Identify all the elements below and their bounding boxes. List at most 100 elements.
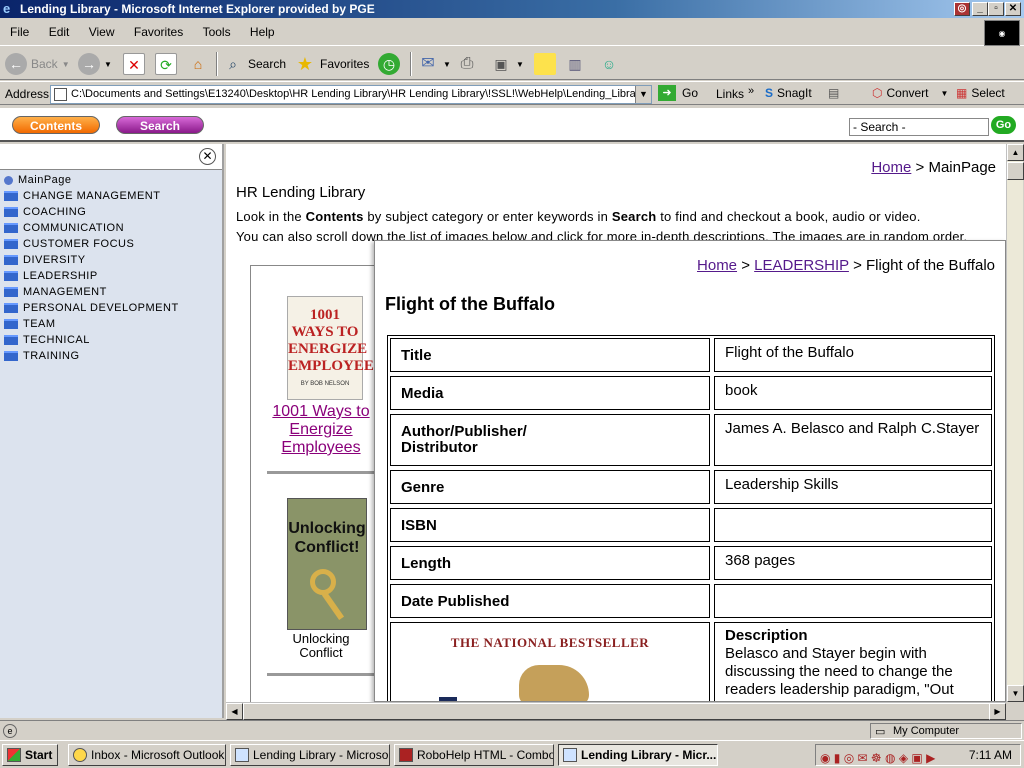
taskbar-item-lending-library-1[interactable]: Lending Library - Microso... <box>230 744 390 766</box>
book-cover-unlocking-conflict[interactable]: Unlocking Conflict! <box>287 498 367 630</box>
contents-pane-header: ✕ <box>0 144 222 170</box>
table-row: Media book <box>388 374 994 412</box>
window-title-bar: e Lending Library - Microsoft Internet E… <box>0 0 1024 18</box>
tree-item-coaching[interactable]: COACHING <box>4 204 179 220</box>
home-button[interactable]: ⌂ <box>187 51 209 77</box>
snagit-capture-icon[interactable]: ▤ <box>828 86 839 100</box>
edit-button[interactable]: ▣ ▼ <box>490 51 524 77</box>
convert-button[interactable]: ⬡ Convert ▼ <box>872 86 948 100</box>
taskbar-item-lending-library-active[interactable]: Lending Library - Micr... <box>558 744 718 766</box>
refresh-button[interactable]: ⟳ <box>155 51 177 77</box>
history-icon: ◷ <box>378 53 400 75</box>
table-row: ISBN <box>388 506 994 544</box>
forward-button[interactable]: → ▼ <box>78 51 112 77</box>
tree-item-mainpage[interactable]: MainPage <box>4 172 179 188</box>
snagit-button[interactable]: S SnagIt <box>765 86 812 100</box>
help-search-input[interactable]: - Search - <box>849 118 989 136</box>
taskbar-item-outlook[interactable]: Inbox - Microsoft Outlook <box>68 744 226 766</box>
folder-icon <box>4 287 18 297</box>
favorites-button[interactable]: ★ Favorites <box>294 51 369 77</box>
mail-button[interactable]: ✉ ▼ <box>417 51 451 77</box>
scroll-left-icon[interactable]: ◀ <box>226 703 243 720</box>
buffalo-icon <box>519 665 589 701</box>
folder-icon <box>4 335 18 345</box>
note-icon <box>534 53 556 75</box>
popup-breadcrumb-current: Flight of the Buffalo <box>866 257 995 274</box>
help-search-go-button[interactable]: Go <box>991 116 1016 134</box>
windows-logo-icon <box>7 748 21 762</box>
tree-item-management[interactable]: MANAGEMENT <box>4 284 179 300</box>
breadcrumb-home-link[interactable]: Home <box>871 159 911 176</box>
popup-breadcrumb-leadership-link[interactable]: LEADERSHIP <box>754 257 849 274</box>
vertical-scrollbar[interactable]: ▲ ▼ <box>1006 144 1024 702</box>
notes-button[interactable] <box>534 51 556 77</box>
scroll-thumb[interactable] <box>1007 162 1024 180</box>
menu-edit[interactable]: Edit <box>41 18 78 46</box>
help-header: Contents Search - Search - Go <box>0 108 1024 142</box>
tree-item-customer-focus[interactable]: CUSTOMER FOCUS <box>4 236 179 252</box>
robohelp-icon <box>399 748 413 762</box>
back-button[interactable]: ← Back ▼ <box>5 51 70 77</box>
table-row: Title Flight of the Buffalo <box>388 336 994 374</box>
scroll-up-icon[interactable]: ▲ <box>1007 144 1024 161</box>
book-cover-1001-ways[interactable]: 1001 WAYS TO ENERGIZE EMPLOYEES BY BOB N… <box>287 296 382 400</box>
status-bar: e ▭ My Computer <box>0 720 1024 740</box>
search-tab-button[interactable]: Search <box>116 116 204 134</box>
book-cover-flight-of-buffalo[interactable]: THE NATIONAL BESTSELLER <box>390 622 710 701</box>
go-button[interactable]: ➜ Go <box>658 85 698 101</box>
window-title: Lending Library - Microsoft Internet Exp… <box>20 2 375 16</box>
table-row: Genre Leadership Skills <box>388 468 994 506</box>
minimize-button[interactable]: _ <box>972 2 988 16</box>
scroll-right-icon[interactable]: ▶ <box>989 703 1006 720</box>
menu-tools[interactable]: Tools <box>195 18 239 46</box>
tree-item-communication[interactable]: COMMUNICATION <box>4 220 179 236</box>
page-status-icon: e <box>3 724 17 738</box>
tree-item-personal-development[interactable]: PERSONAL DEVELOPMENT <box>4 300 179 316</box>
taskbar-item-robohelp[interactable]: RoboHelp HTML - Combo... <box>394 744 554 766</box>
close-pane-icon[interactable]: ✕ <box>199 148 216 165</box>
history-button[interactable]: ◷ <box>378 51 400 77</box>
horizontal-scrollbar[interactable]: ◀ ▶ <box>226 702 1006 720</box>
select-button[interactable]: ▦ Select <box>956 86 1005 100</box>
select-icon: ▦ <box>956 86 968 100</box>
close-window-button[interactable]: ✕ <box>1005 2 1021 16</box>
description-cell: Description Belasco and Stayer begin wit… <box>714 622 992 701</box>
links-label[interactable]: Links <box>716 87 744 101</box>
tree-item-leadership[interactable]: LEADERSHIP <box>4 268 179 284</box>
book-caption-unlocking-conflict[interactable]: Unlocking Conflict <box>271 632 371 660</box>
messenger-icon: ☺ <box>601 56 617 72</box>
book-link-1001-ways[interactable]: 1001 Ways to Energize Employees <box>261 403 381 457</box>
tray-icons[interactable]: ◉ ▮ ◎ ✉ ☸ ◍ ◈ ▣ ▶ <box>820 748 935 768</box>
menu-view[interactable]: View <box>81 18 123 46</box>
search-icon: ⌕ <box>229 56 237 72</box>
computer-icon: ▭ <box>875 726 886 738</box>
print-button[interactable]: ⎙ <box>456 51 478 77</box>
tree-item-diversity[interactable]: DIVERSITY <box>4 252 179 268</box>
scroll-thumb-horizontal[interactable] <box>243 703 991 720</box>
contents-tab-button[interactable]: Contents <box>12 116 100 134</box>
research-button[interactable]: ▥ <box>564 51 586 77</box>
tree-item-change-management[interactable]: CHANGE MANAGEMENT <box>4 188 179 204</box>
maximize-button[interactable]: ▫ <box>988 2 1004 16</box>
menu-favorites[interactable]: Favorites <box>126 18 191 46</box>
contents-tree: MainPage CHANGE MANAGEMENT COACHING COMM… <box>4 172 179 364</box>
menu-help[interactable]: Help <box>242 18 283 46</box>
chevron-icon[interactable]: » <box>748 85 754 97</box>
address-dropdown-icon[interactable]: ▼ <box>635 86 651 103</box>
search-button[interactable]: ⌕ Search <box>222 51 286 77</box>
stop-button[interactable]: ✕ <box>123 51 145 77</box>
messenger-button[interactable]: ☺ <box>598 51 620 77</box>
breadcrumb-current: MainPage <box>928 159 996 176</box>
stop-icon: ✕ <box>123 53 145 75</box>
tree-item-technical[interactable]: TECHNICAL <box>4 332 179 348</box>
address-input[interactable]: C:\Documents and Settings\E13240\Desktop… <box>50 85 652 104</box>
menu-file[interactable]: File <box>0 18 37 46</box>
start-button[interactable]: Start <box>2 744 58 766</box>
tree-item-training[interactable]: TRAINING <box>4 348 179 364</box>
ie-icon: e <box>3 1 11 16</box>
popup-breadcrumb-home-link[interactable]: Home <box>697 257 737 274</box>
toolbar-extra-icon[interactable]: ◎ <box>954 2 970 16</box>
ie-icon <box>235 748 249 762</box>
tree-item-team[interactable]: TEAM <box>4 316 179 332</box>
scroll-down-icon[interactable]: ▼ <box>1007 685 1024 702</box>
